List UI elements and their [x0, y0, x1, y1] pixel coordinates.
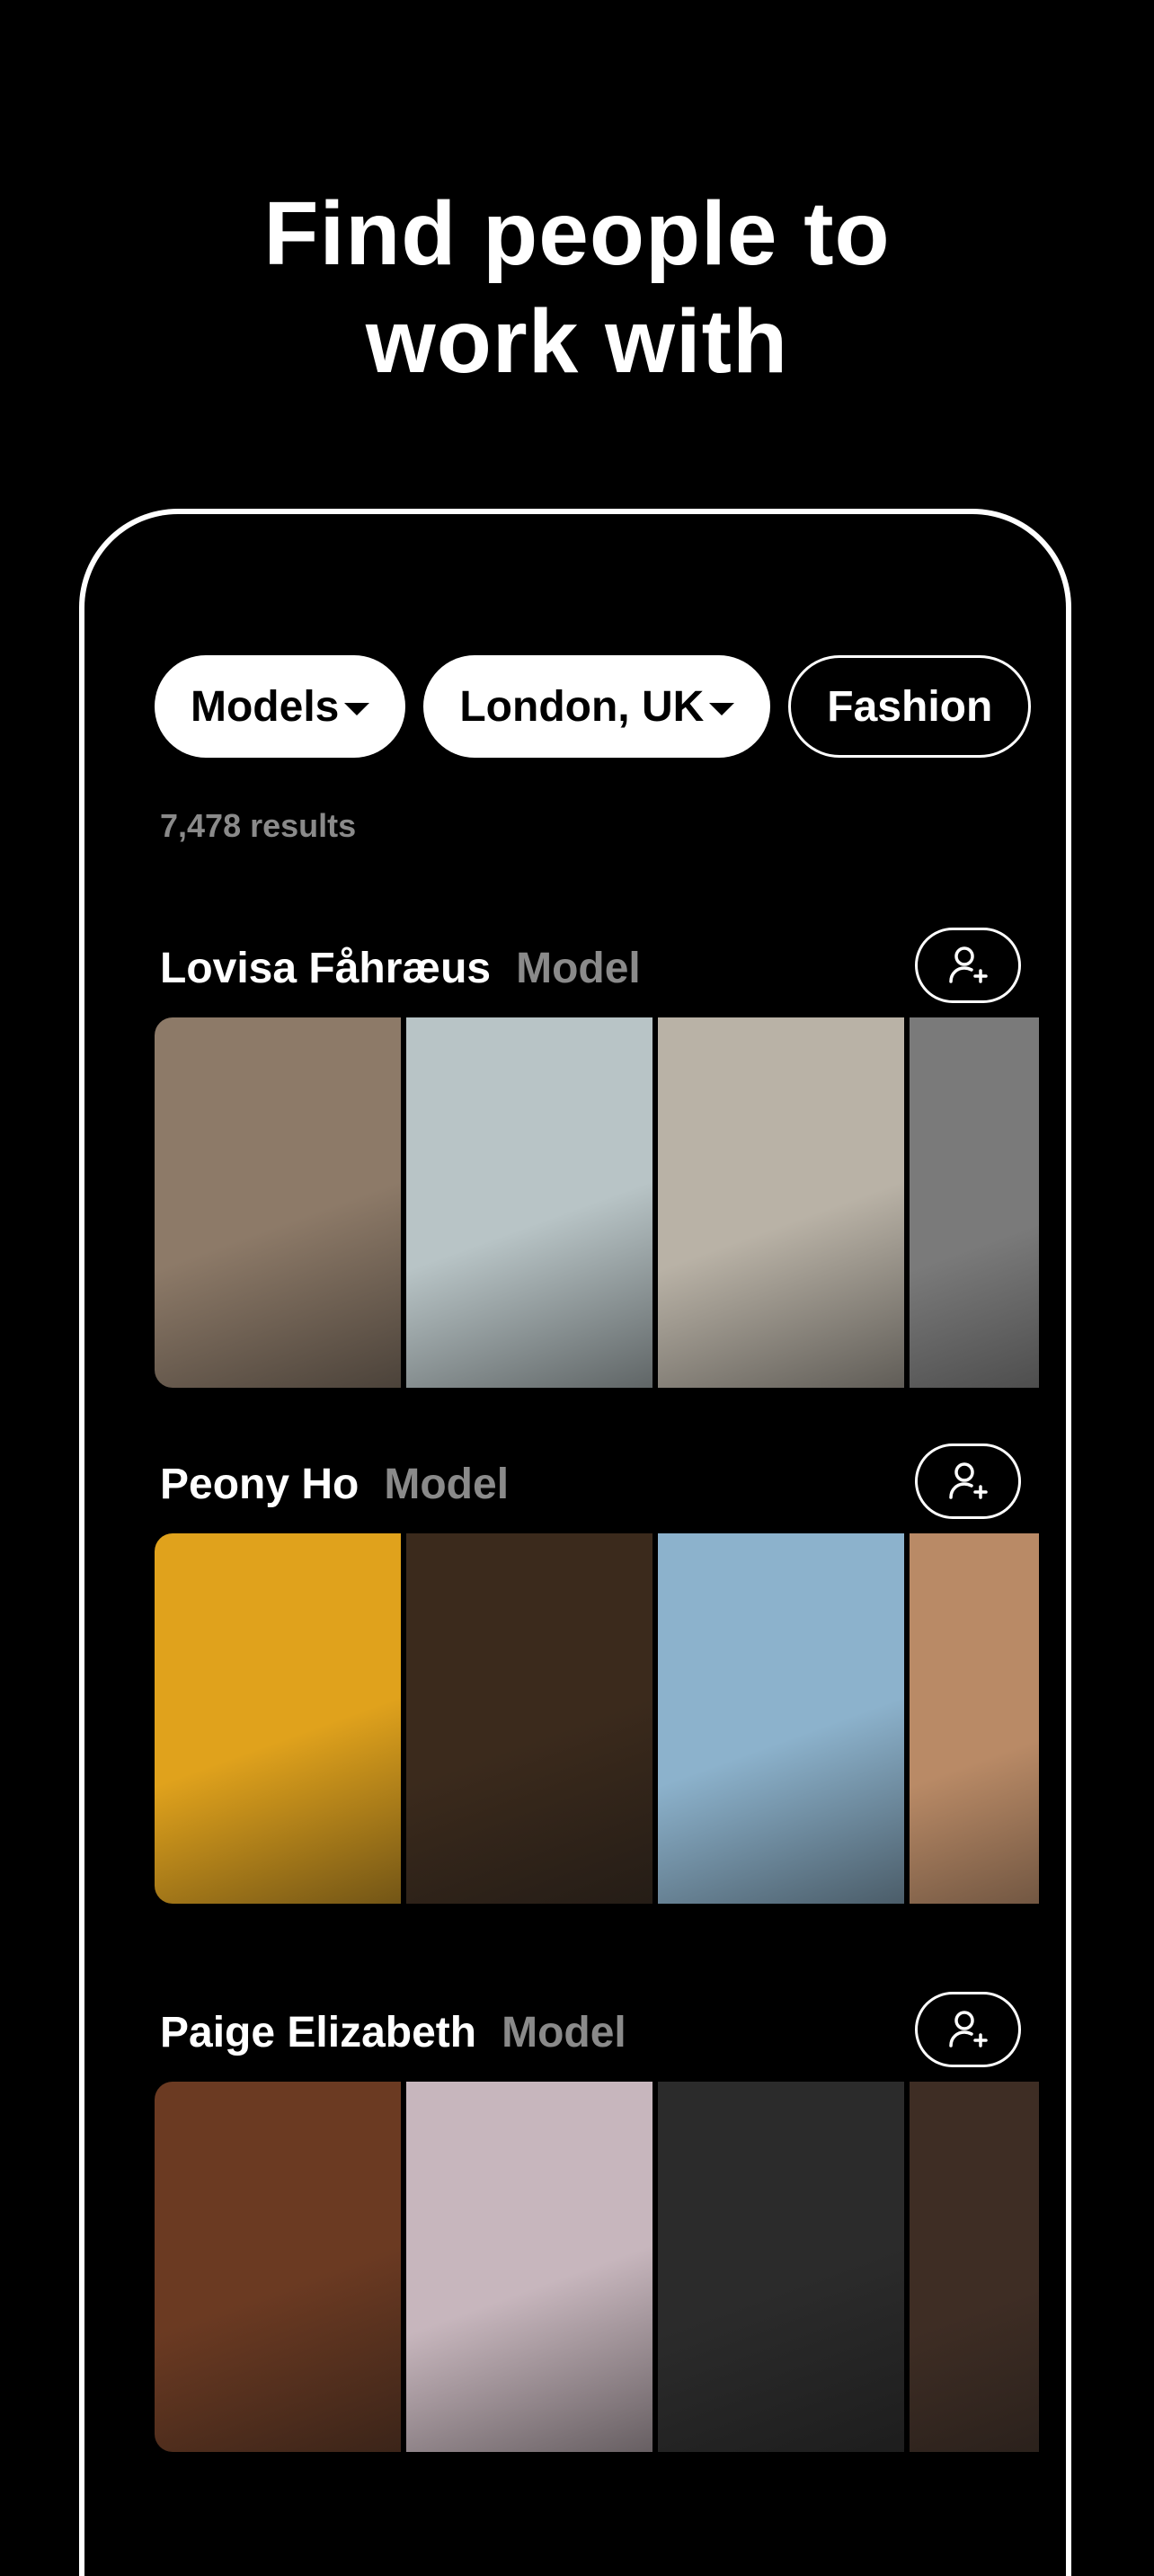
person-role: Model — [384, 1461, 510, 1508]
add-user-icon — [949, 1462, 988, 1499]
person-card[interactable]: Peony Ho Model — [155, 1443, 1039, 1904]
caret-down-icon — [344, 703, 370, 715]
gallery-photo[interactable] — [910, 1017, 1039, 1388]
follow-button[interactable] — [915, 928, 1021, 1003]
filter-category-label: Models — [191, 682, 340, 731]
app-viewport: Models London, UK Fashion 7,478 results … — [155, 514, 1039, 2576]
gallery-photo[interactable] — [155, 1533, 401, 1904]
photo-gallery[interactable] — [155, 2082, 1039, 2452]
follow-button[interactable] — [915, 1443, 1021, 1519]
caret-down-icon — [709, 703, 735, 715]
person-name[interactable]: Peony Ho — [160, 1461, 359, 1508]
add-user-icon — [949, 2011, 988, 2047]
headline-line-2: work with — [365, 291, 789, 392]
filter-bar: Models London, UK Fashion — [155, 655, 1039, 758]
filter-category-chip[interactable]: Models — [155, 655, 406, 758]
gallery-photo[interactable] — [155, 1017, 401, 1388]
person-role: Model — [516, 945, 641, 992]
gallery-photo[interactable] — [658, 1533, 904, 1904]
headline: Find people to work with — [0, 180, 1154, 395]
gallery-photo[interactable] — [155, 2082, 401, 2452]
photo-gallery[interactable] — [155, 1017, 1039, 1388]
filter-location-label: London, UK — [459, 682, 705, 731]
person-name[interactable]: Lovisa Fåhræus — [160, 945, 491, 992]
filter-style-chip[interactable]: Fashion — [788, 655, 1032, 758]
headline-line-1: Find people to — [263, 183, 891, 284]
person-card[interactable]: Paige Elizabeth Model — [155, 1992, 1039, 2452]
device-frame: Models London, UK Fashion 7,478 results … — [79, 509, 1071, 2576]
person-name[interactable]: Paige Elizabeth — [160, 2009, 476, 2056]
person-header: Peony Ho Model — [155, 1443, 1039, 1524]
gallery-photo[interactable] — [658, 1017, 904, 1388]
person-header: Lovisa Fåhræus Model — [155, 928, 1039, 1008]
gallery-photo[interactable] — [406, 1017, 652, 1388]
gallery-photo[interactable] — [406, 1533, 652, 1904]
add-user-icon — [949, 946, 988, 983]
person-role: Model — [502, 2009, 626, 2056]
gallery-photo[interactable] — [406, 2082, 652, 2452]
gallery-photo[interactable] — [910, 2082, 1039, 2452]
filter-location-chip[interactable]: London, UK — [423, 655, 771, 758]
follow-button[interactable] — [915, 1992, 1021, 2067]
person-card[interactable]: Lovisa Fåhræus Model — [155, 928, 1039, 1388]
photo-gallery[interactable] — [155, 1533, 1039, 1904]
filter-style-label: Fashion — [827, 682, 993, 731]
person-header: Paige Elizabeth Model — [155, 1992, 1039, 2073]
gallery-photo[interactable] — [658, 2082, 904, 2452]
gallery-photo[interactable] — [910, 1533, 1039, 1904]
results-count: 7,478 results — [160, 807, 357, 844]
